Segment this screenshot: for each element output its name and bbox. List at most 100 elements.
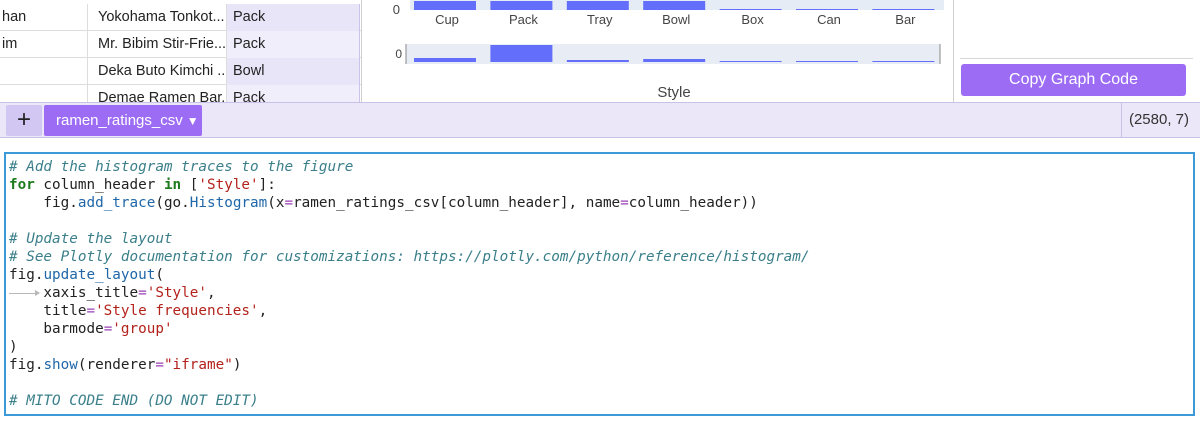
code-line: for column_header in ['Style']: bbox=[9, 176, 1189, 194]
code-line: title='Style frequencies', bbox=[9, 302, 1189, 320]
code-line: xaxis_title='Style', bbox=[9, 284, 1189, 302]
code-token: # Add the histogram traces to the figure bbox=[9, 159, 354, 175]
range-bar bbox=[719, 61, 782, 62]
code-token: ( bbox=[155, 267, 164, 283]
x-tick-label: Cup bbox=[435, 12, 459, 27]
sheet-shape-indicator: (2580, 7) bbox=[1121, 103, 1196, 137]
divider bbox=[960, 58, 1193, 59]
table-cell[interactable]: Pack bbox=[227, 31, 360, 58]
code-token: = bbox=[86, 303, 96, 319]
code-token: ) bbox=[232, 357, 242, 373]
chevron-down-icon: ▼ bbox=[186, 114, 199, 128]
y-tick-label: 0 bbox=[393, 2, 400, 17]
sheet-tab-label: ramen_ratings_csv bbox=[56, 112, 183, 129]
graph-preview: 0 Cup Pack Tray Bowl Box Can Bar 0 Style bbox=[362, 0, 954, 102]
range-bar bbox=[872, 61, 935, 62]
code-token: = bbox=[103, 321, 113, 337]
code-token: barmode bbox=[9, 321, 104, 337]
x-tick-label: Tray bbox=[587, 12, 613, 27]
add-sheet-button[interactable]: + bbox=[6, 105, 42, 136]
code-token: show bbox=[43, 357, 78, 373]
code-line: fig.add_trace(go.Histogram(x=ramen_ratin… bbox=[9, 194, 1189, 212]
code-token: in bbox=[163, 177, 182, 193]
copy-graph-code-button[interactable]: Copy Graph Code bbox=[961, 64, 1186, 96]
table-row[interactable]: Demae Ramen Bar... Pack bbox=[0, 85, 361, 102]
code-line: # See Plotly documentation for customiza… bbox=[9, 248, 1189, 266]
table-row[interactable]: im Mr. Bibim Stir-Frie... Pack bbox=[0, 31, 361, 58]
code-token: column_header bbox=[34, 177, 164, 193]
tab-ramen-ratings-csv[interactable]: ramen_ratings_csv ▼ bbox=[44, 105, 202, 136]
code-token: "iframe" bbox=[163, 357, 233, 373]
table-cell[interactable]: Pack bbox=[227, 85, 360, 102]
code-token: = bbox=[284, 195, 294, 211]
x-tick-label: Pack bbox=[509, 12, 538, 27]
code-token: # See Plotly documentation for customiza… bbox=[9, 249, 810, 265]
code-token: (go. bbox=[155, 195, 190, 211]
code-block[interactable]: # Add the histogram traces to the figure… bbox=[9, 158, 1189, 410]
table-cell[interactable]: Bowl bbox=[227, 58, 360, 85]
code-line: # MITO CODE END (DO NOT EDIT) bbox=[9, 392, 1189, 410]
bar bbox=[872, 9, 935, 10]
bar bbox=[490, 1, 553, 10]
range-bar bbox=[490, 45, 553, 62]
code-line: ) bbox=[9, 338, 1189, 356]
table-cell[interactable]: Mr. Bibim Stir-Frie... bbox=[88, 31, 227, 58]
histogram-chart: 0 Cup Pack Tray Bowl Box Can Bar 0 Style bbox=[393, 0, 944, 101]
table-cell[interactable]: Deka Buto Kimchi ... bbox=[88, 58, 227, 85]
code-token: add_trace bbox=[77, 195, 156, 211]
code-line: # Update the layout bbox=[9, 230, 1189, 248]
code-line: fig.update_layout( bbox=[9, 266, 1189, 284]
code-token: 'Style' bbox=[146, 285, 207, 301]
code-token: ]: bbox=[258, 177, 276, 193]
code-token: 'group' bbox=[112, 321, 173, 337]
bar bbox=[643, 1, 706, 10]
x-tick-label: Box bbox=[741, 12, 764, 27]
tab-indent-marker bbox=[9, 290, 40, 296]
code-token: column_header)) bbox=[628, 195, 758, 211]
x-tick-label: Bowl bbox=[662, 12, 690, 27]
range-bar bbox=[643, 59, 706, 62]
sheet-tab-bar: + ramen_ratings_csv ▼ (2580, 7) bbox=[0, 102, 1200, 138]
code-token: Histogram bbox=[189, 195, 268, 211]
code-token: , bbox=[258, 303, 268, 319]
code-token: , bbox=[207, 285, 216, 301]
code-token: = bbox=[620, 195, 629, 211]
table-cell[interactable]: han bbox=[0, 4, 88, 31]
bar bbox=[719, 9, 782, 10]
code-token: # MITO CODE END (DO NOT EDIT) bbox=[9, 393, 259, 409]
range-bar bbox=[796, 61, 858, 62]
code-token: for bbox=[9, 177, 35, 193]
bar bbox=[796, 9, 858, 10]
code-token: ramen_ratings_csv[column_header], name bbox=[293, 195, 621, 211]
code-token: 'Style' bbox=[198, 177, 259, 193]
table-cell[interactable] bbox=[0, 85, 88, 102]
code-token: (renderer bbox=[77, 357, 156, 373]
range-bar bbox=[414, 58, 476, 62]
table-cell[interactable]: Yokohama Tonkot... bbox=[88, 4, 227, 31]
table-row[interactable]: han Yokohama Tonkot... Pack bbox=[0, 4, 361, 31]
table-row[interactable]: Deka Buto Kimchi ... Bowl bbox=[0, 58, 361, 85]
table-cell[interactable]: im bbox=[0, 31, 88, 58]
code-token: [ bbox=[181, 177, 199, 193]
code-token: 'Style frequencies' bbox=[95, 303, 259, 319]
bar bbox=[414, 1, 476, 10]
graph-side-panel: Copy Graph Code bbox=[955, 0, 1200, 102]
code-token: ) bbox=[9, 339, 18, 355]
table-cell[interactable]: Demae Ramen Bar... bbox=[88, 85, 227, 102]
bar bbox=[566, 1, 629, 10]
code-token: # Update the layout bbox=[9, 231, 173, 247]
x-tick-label: Can bbox=[817, 12, 841, 27]
table-cell[interactable]: Pack bbox=[227, 4, 360, 31]
x-tick-label: Bar bbox=[895, 12, 916, 27]
code-line: # Add the histogram traces to the figure bbox=[9, 158, 1189, 176]
generated-code-cell[interactable]: # Add the histogram traces to the figure… bbox=[4, 152, 1195, 416]
table-cell[interactable] bbox=[0, 58, 88, 85]
data-grid: han Yokohama Tonkot... Pack im Mr. Bibim… bbox=[0, 0, 362, 102]
code-token: title bbox=[9, 303, 87, 319]
code-token: = bbox=[155, 357, 164, 373]
code-line: barmode='group' bbox=[9, 320, 1189, 338]
code-token: fig. bbox=[9, 357, 44, 373]
code-token: update_layout bbox=[43, 267, 156, 283]
